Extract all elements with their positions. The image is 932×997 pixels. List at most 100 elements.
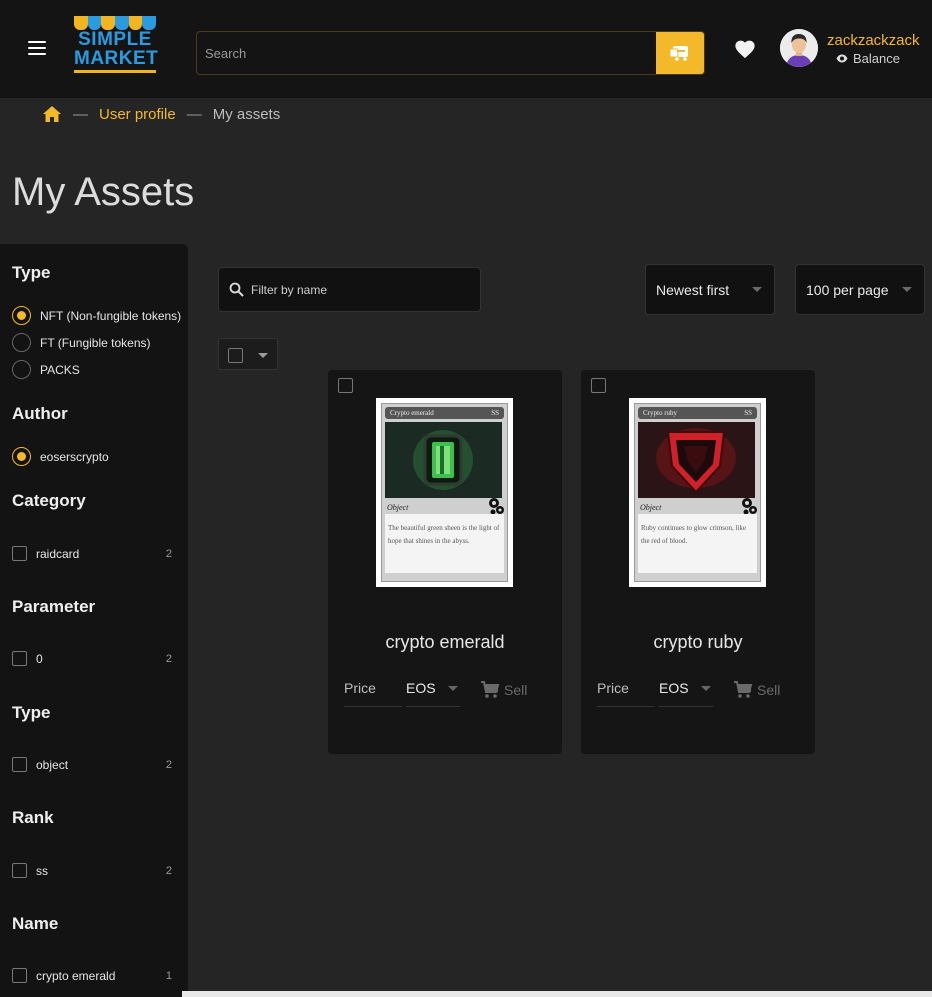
username-link[interactable]: zackzackzack (827, 32, 920, 49)
filter-by-name (218, 267, 481, 312)
checkbox-label: object (36, 757, 69, 772)
filter-title-rank: Rank (12, 808, 54, 827)
logo-underline (74, 70, 156, 73)
eye-icon (836, 54, 848, 63)
nft-header: Crypto emerald SS (385, 407, 504, 419)
chevron-down-icon (701, 686, 711, 691)
chevron-down-icon (902, 287, 912, 292)
radio-packs[interactable]: PACKS (12, 360, 80, 379)
search-icon (229, 282, 244, 297)
checkbox-type-object[interactable]: object 2 (12, 757, 172, 772)
balance-label: Balance (853, 51, 900, 66)
page-title: My Assets (12, 170, 195, 214)
currency-value: EOS (406, 680, 436, 696)
search-input[interactable] (197, 32, 657, 74)
top-header: SIMPLE MARKET zackzackzack (0, 0, 932, 98)
nft-type: Object (640, 503, 662, 512)
price-field[interactable]: Price (344, 680, 402, 707)
breadcrumb-separator: — (73, 105, 88, 123)
sell-button[interactable]: Sell (733, 681, 780, 699)
checkbox-box (12, 863, 27, 878)
home-icon[interactable] (42, 105, 62, 123)
asset-name: crypto emerald (385, 632, 505, 652)
nft-description: The beautiful green sheen is the light o… (385, 514, 504, 573)
favorites-heart-icon[interactable] (734, 38, 756, 60)
currency-select[interactable]: EOS (659, 680, 713, 707)
breadcrumb-my-assets: My assets (212, 105, 281, 123)
filter-title-type: Type (12, 263, 51, 282)
breadcrumb: — User profile — My assets (42, 104, 280, 124)
nft-card-art: Crypto ruby SS Object Ruby continues to … (634, 403, 761, 582)
radio-ft[interactable]: FT (Fungible tokens) (12, 333, 151, 352)
currency-select[interactable]: EOS (406, 680, 460, 707)
checkbox-category-raidcard[interactable]: raidcard 2 (12, 546, 172, 561)
asset-image[interactable]: Crypto emerald SS Object The beautiful g… (376, 398, 513, 587)
checkbox-name-crypto-emerald[interactable]: crypto emerald 1 (12, 968, 172, 983)
logo-text-line1: SIMPLE (78, 29, 152, 50)
asset-card: Crypto emerald SS Object The beautiful g… (328, 370, 562, 754)
per-page-value: 100 per page (806, 281, 889, 298)
sort-select[interactable]: Newest first (645, 264, 775, 315)
asset-image[interactable]: Crypto ruby SS Object Ruby continues to … (629, 398, 766, 587)
asset-select-checkbox[interactable] (338, 378, 353, 393)
checkbox-box (12, 968, 27, 983)
price-field[interactable]: Price (597, 680, 655, 707)
radio-indicator (12, 360, 31, 379)
nft-header: Crypto ruby SS (638, 407, 757, 419)
search-button[interactable] (656, 32, 704, 74)
asset-name: crypto ruby (653, 632, 743, 652)
radio-indicator (12, 333, 31, 352)
chevron-down-icon (258, 353, 268, 358)
radio-label: NFT (Non-fungible tokens) (40, 308, 182, 323)
cart-icon (481, 681, 500, 698)
logo-text-line2: MARKET (74, 48, 159, 69)
checkbox-parameter-0[interactable]: 0 2 (12, 651, 172, 666)
nft-card-art: Crypto emerald SS Object The beautiful g… (381, 403, 508, 582)
filter-title-category: Category (12, 491, 86, 510)
radio-label: eoserscrypto (40, 449, 109, 464)
filter-count: 2 (165, 864, 172, 877)
checkbox-label: crypto emerald (36, 968, 116, 983)
radio-indicator (12, 306, 31, 325)
radio-label: PACKS (40, 362, 80, 377)
filter-title-name: Name (12, 914, 59, 933)
checkbox-label: raidcard (36, 546, 80, 561)
chevron-down-icon (448, 686, 458, 691)
per-page-select[interactable]: 100 per page (795, 264, 925, 315)
asset-card: Crypto ruby SS Object Ruby continues to … (581, 370, 815, 754)
hamburger-menu-icon[interactable] (28, 41, 46, 55)
nft-rank: SS (744, 409, 752, 417)
ruby-gem-icon (638, 422, 755, 498)
checkbox-rank-ss[interactable]: ss 2 (12, 863, 172, 878)
avatar-person-icon (780, 29, 818, 67)
select-all-checkbox[interactable] (228, 348, 243, 363)
filter-count: 2 (165, 652, 172, 665)
cart-icon (734, 681, 753, 698)
asset-select-checkbox[interactable] (591, 378, 606, 393)
filter-count: 2 (165, 547, 172, 560)
checkbox-label: ss (36, 863, 48, 878)
nft-description: Ruby continues to glow crimson, like the… (638, 514, 757, 573)
breadcrumb-separator: — (186, 105, 202, 123)
nft-title: Crypto emerald (390, 409, 434, 417)
filter-count: 2 (165, 758, 172, 771)
nft-title: Crypto ruby (643, 409, 678, 417)
simple-market-logo[interactable]: SIMPLE MARKET (74, 16, 159, 78)
filter-count: 1 (165, 969, 172, 982)
radio-author-eoserscrypto[interactable]: eoserscrypto (12, 447, 109, 466)
breadcrumb-user-profile[interactable]: User profile (99, 106, 176, 123)
bulk-select-menu[interactable] (218, 338, 278, 370)
sell-button[interactable]: Sell (480, 681, 527, 699)
radio-nft[interactable]: NFT (Non-fungible tokens) (12, 306, 181, 325)
filter-title-object-type: Type (12, 703, 51, 722)
filter-sidebar: Type NFT (Non-fungible tokens) FT (Fungi… (0, 244, 188, 997)
chevron-down-icon (752, 287, 762, 292)
filter-title-author: Author (12, 404, 68, 423)
radio-indicator (12, 447, 31, 466)
user-avatar[interactable] (780, 29, 818, 67)
filter-name-input[interactable] (251, 268, 471, 311)
checkbox-box (12, 546, 27, 561)
checkbox-box (12, 651, 27, 666)
balance-toggle[interactable]: Balance (836, 51, 900, 66)
search-bar (196, 31, 705, 75)
